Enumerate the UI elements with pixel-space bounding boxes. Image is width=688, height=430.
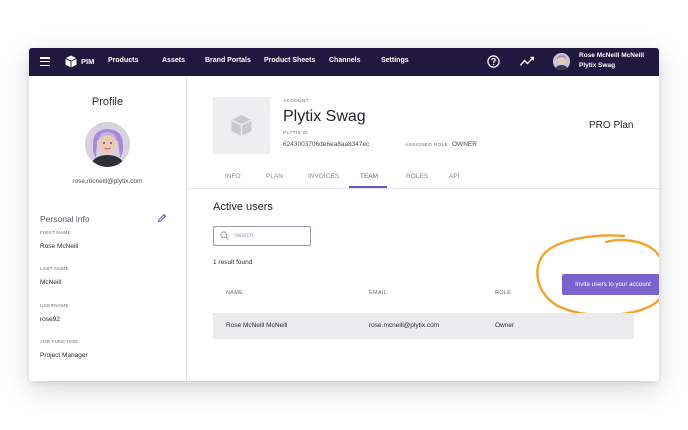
first-name-label: FIRST NAME	[40, 231, 71, 236]
help-icon[interactable]	[487, 55, 500, 68]
account-label: ACCOUNT	[283, 99, 309, 104]
nav-brand-portals[interactable]: Brand Portals	[205, 57, 251, 64]
profile-avatar	[85, 122, 130, 167]
profile-title: Profile	[91, 96, 124, 108]
username-value: rose92	[40, 316, 60, 323]
profile-email: rose.mcneill@plytix.com	[72, 178, 143, 185]
assigned-role-label: ASSIGNED ROLE	[405, 143, 449, 148]
search-box[interactable]	[213, 226, 311, 246]
plytix-id-label: PLYTIX ID	[283, 131, 309, 136]
cube-placeholder-icon	[231, 115, 252, 136]
cube-icon	[65, 55, 77, 68]
account-name: Plytix Swag	[283, 108, 366, 125]
tab-team[interactable]: TEAM	[360, 173, 378, 180]
plan-name: PRO Plan	[589, 120, 634, 131]
tab-invoices[interactable]: INVOICES	[308, 173, 339, 180]
column-header-role[interactable]: ROLE	[495, 290, 511, 296]
plytix-id: 6243003706de6ea8aa8347ec	[283, 141, 370, 148]
search-icon	[220, 231, 229, 240]
edit-icon[interactable]	[157, 213, 167, 223]
account-tabs: INFO PLAN INVOICES TEAM ROLES API	[187, 168, 659, 189]
row-role: Owner	[495, 322, 515, 329]
tab-api[interactable]: API	[449, 173, 459, 180]
user-name[interactable]: Rose McNeill McNeill	[579, 52, 644, 59]
app-window: PIM Products Assets Brand Portals Produc…	[29, 48, 659, 381]
brand-name[interactable]: PIM	[81, 57, 94, 66]
column-header-name[interactable]: NAME	[226, 290, 243, 296]
nav-settings[interactable]: Settings	[381, 57, 409, 64]
menu-icon[interactable]	[40, 57, 50, 67]
invite-users-button[interactable]: Invite users to your account	[562, 274, 659, 295]
last-name-label: LAST NAME	[40, 267, 69, 272]
search-input[interactable]	[234, 230, 304, 242]
username-label: USERNAME	[40, 304, 69, 309]
first-name-value: Rose McNeill	[40, 243, 79, 250]
user-avatar[interactable]	[553, 53, 570, 70]
row-email: rose.mcneill@plytix.com	[369, 322, 440, 329]
last-name-value: McNeill	[40, 279, 62, 286]
column-header-email[interactable]: EMAIL	[369, 290, 387, 296]
user-org[interactable]: Plytix Swag	[579, 62, 615, 69]
account-logo[interactable]	[213, 97, 270, 154]
activity-icon[interactable]	[520, 56, 534, 67]
nav-products[interactable]: Products	[108, 57, 138, 64]
row-name: Rose McNeill McNeill	[226, 322, 288, 329]
profile-sidebar: Profile rose.mcneill@plytix.com Personal…	[29, 76, 187, 381]
job-function-label: JOB FUNCTION	[40, 340, 78, 345]
account-main: ACCOUNT Plytix Swag PLYTIX ID 6243003706…	[187, 76, 659, 381]
tab-plan[interactable]: PLAN	[266, 173, 283, 180]
top-navbar: PIM Products Assets Brand Portals Produc…	[29, 48, 659, 76]
table-row[interactable]: Rose McNeill McNeill rose.mcneill@plytix…	[213, 313, 634, 339]
nav-channels[interactable]: Channels	[329, 57, 361, 64]
tab-roles[interactable]: ROLES	[406, 173, 428, 180]
tab-info[interactable]: INFO	[225, 173, 241, 180]
assigned-role-value: OWNER	[452, 141, 477, 148]
job-function-value: Project Manager	[40, 352, 88, 359]
active-tab-indicator	[349, 186, 387, 188]
result-count: 1 result found	[213, 259, 253, 266]
active-users-heading: Active users	[213, 201, 273, 213]
nav-product-sheets[interactable]: Product Sheets	[264, 57, 315, 64]
nav-assets[interactable]: Assets	[162, 57, 185, 64]
personal-info-heading: Personal info	[40, 214, 90, 224]
